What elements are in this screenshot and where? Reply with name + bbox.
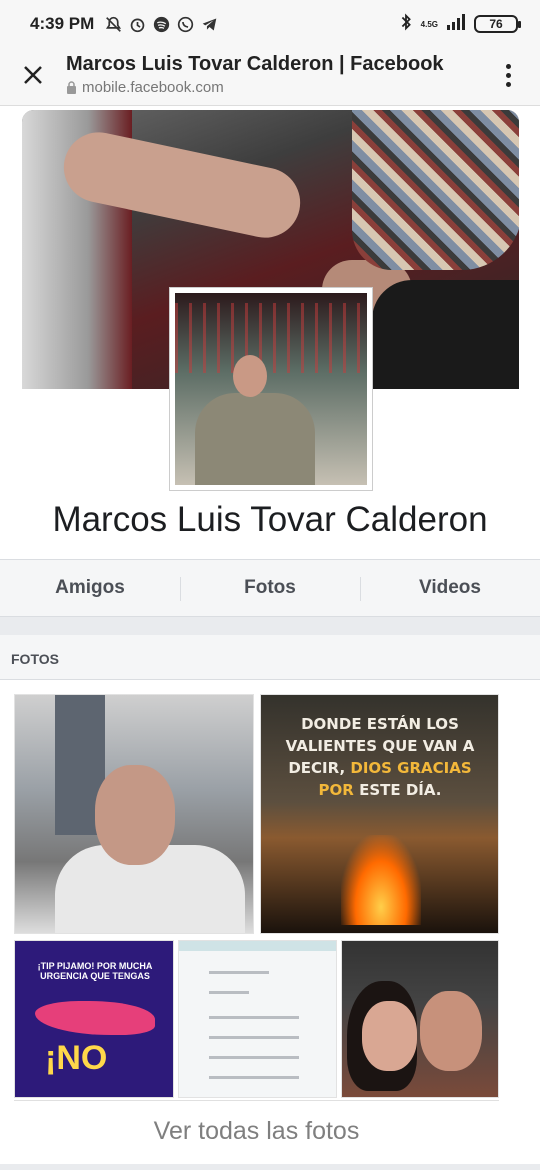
alarm-icon — [128, 15, 147, 34]
photo-thumbnail[interactable] — [341, 940, 499, 1098]
page-title: Marcos Luis Tovar Calderon | Facebook — [66, 53, 444, 75]
telegram-icon — [200, 15, 219, 34]
network-type: 4.5G — [420, 19, 438, 29]
signal-icon — [446, 13, 466, 35]
profile-name: Marcos Luis Tovar Calderon — [52, 500, 488, 539]
tab-amigos[interactable]: Amigos — [0, 560, 180, 616]
section-divider — [0, 617, 540, 635]
photo-no-text: ¡NO — [45, 1039, 108, 1077]
see-all-photos-link[interactable]: Ver todas las fotos — [14, 1100, 499, 1162]
bluetooth-icon — [399, 13, 413, 36]
spotify-icon — [152, 15, 171, 34]
photo-quote-text: DONDE ESTÁN LOS VALIENTES QUE VAN A DECI… — [285, 715, 475, 799]
status-bar: 4:39 PM 4.5G 76 — [0, 0, 540, 48]
tab-videos[interactable]: Videos — [360, 560, 540, 616]
lock-icon — [67, 81, 76, 94]
url-text: mobile.facebook.com — [82, 79, 224, 96]
battery-indicator: 76 — [474, 15, 521, 33]
photos-section-header: FOTOS — [0, 635, 540, 680]
photo-thumbnail[interactable] — [178, 940, 337, 1098]
page-url[interactable]: mobile.facebook.com — [66, 79, 224, 96]
whatsapp-icon — [176, 15, 195, 34]
more-options-button[interactable] — [498, 60, 518, 90]
photo-tip-text: ¡TIP PIJAMO! POR MUCHA URGENCIA QUE TENG… — [37, 961, 153, 981]
notifications-off-icon — [104, 15, 123, 34]
browser-toolbar: Marcos Luis Tovar Calderon | Facebook mo… — [0, 48, 540, 106]
section-divider — [0, 1164, 540, 1170]
profile-picture[interactable] — [170, 288, 372, 490]
close-icon — [24, 66, 42, 84]
photo-thumbnail[interactable]: DONDE ESTÁN LOS VALIENTES QUE VAN A DECI… — [260, 694, 499, 934]
close-button[interactable] — [18, 60, 48, 90]
tab-fotos[interactable]: Fotos — [180, 560, 360, 616]
photo-thumbnail[interactable]: ¡TIP PIJAMO! POR MUCHA URGENCIA QUE TENG… — [14, 940, 174, 1098]
photo-thumbnail[interactable] — [14, 694, 254, 934]
profile-tabs: Amigos Fotos Videos — [0, 559, 540, 617]
status-time: 4:39 PM — [30, 14, 95, 33]
